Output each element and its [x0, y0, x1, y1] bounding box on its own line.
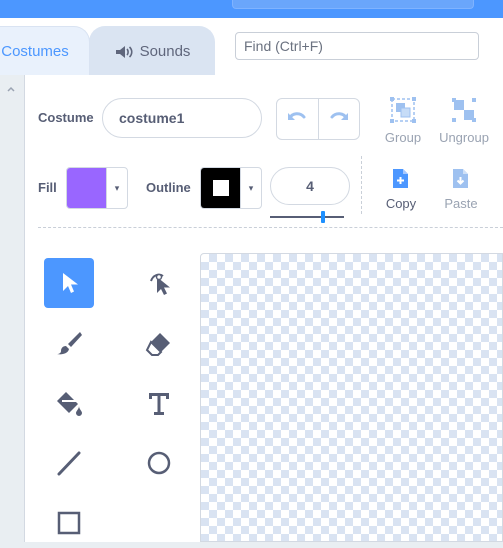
chevron-up-icon[interactable]: [6, 81, 16, 92]
arrow-cursor-icon: [63, 273, 78, 293]
ungroup-label: Ungroup: [439, 130, 489, 145]
ungroup-button[interactable]: Ungroup: [436, 96, 492, 145]
copy-button[interactable]: Copy: [380, 166, 422, 211]
tab-costumes-label: Costumes: [1, 43, 69, 60]
tab-sounds[interactable]: Sounds: [89, 26, 215, 76]
tab-costumes[interactable]: Costumes: [0, 26, 90, 76]
paste-icon: [453, 169, 468, 188]
undo-icon: [286, 109, 308, 130]
redo-icon: [328, 109, 350, 130]
line-tool[interactable]: [44, 438, 94, 488]
group-label: Group: [384, 130, 422, 145]
brush-icon: [57, 332, 82, 355]
rectangle-icon: [57, 511, 81, 535]
text-tool[interactable]: [134, 378, 184, 428]
select-tool[interactable]: [44, 258, 94, 308]
circle-tool[interactable]: [134, 438, 184, 488]
paste-label: Paste: [444, 196, 478, 211]
outline-size-input[interactable]: [270, 167, 350, 205]
group-icon: [390, 97, 416, 123]
outline-label: Outline: [146, 180, 191, 195]
fill-label: Fill: [38, 180, 57, 195]
scroll-strip: [0, 75, 25, 542]
eraser-tool[interactable]: [134, 318, 184, 368]
paint-bucket-icon: [57, 392, 82, 416]
outline-dropdown-arrow-icon: ▾: [240, 168, 261, 208]
redo-button[interactable]: [317, 99, 360, 139]
circle-icon: [147, 451, 171, 475]
fill-color-picker[interactable]: ▾: [66, 167, 128, 209]
slider-handle[interactable]: [321, 211, 325, 223]
copy-label: Copy: [385, 196, 417, 211]
reshape-icon: [150, 273, 170, 295]
speaker-icon: [114, 44, 134, 60]
fill-color-swatch: [67, 168, 106, 208]
costume-name-input[interactable]: [102, 98, 262, 138]
brush-tool[interactable]: [44, 318, 94, 368]
line-icon: [57, 451, 81, 476]
ungroup-icon: [452, 98, 476, 122]
menu-bar-button[interactable]: [232, 0, 474, 9]
tab-sounds-label: Sounds: [139, 43, 191, 60]
undo-redo-group: [276, 98, 360, 140]
rectangle-tool[interactable]: [44, 498, 94, 548]
costume-label: Costume: [38, 110, 94, 125]
eraser-icon: [145, 333, 170, 356]
fill-dropdown-arrow-icon: ▾: [106, 168, 127, 208]
paste-button[interactable]: Paste: [440, 166, 482, 211]
toolbar-divider: [361, 156, 363, 214]
reshape-tool[interactable]: [134, 258, 184, 308]
group-button[interactable]: Group: [382, 96, 424, 145]
undo-button[interactable]: [277, 99, 318, 139]
find-input[interactable]: [235, 32, 479, 60]
drawing-canvas[interactable]: [200, 253, 503, 542]
outline-size-slider[interactable]: [270, 216, 344, 218]
section-divider: [38, 227, 503, 229]
fill-tool[interactable]: [44, 378, 94, 428]
outline-color-swatch: [201, 168, 240, 208]
text-t-icon: [149, 393, 169, 415]
outline-color-picker[interactable]: ▾: [200, 167, 262, 209]
copy-icon: [393, 169, 408, 188]
